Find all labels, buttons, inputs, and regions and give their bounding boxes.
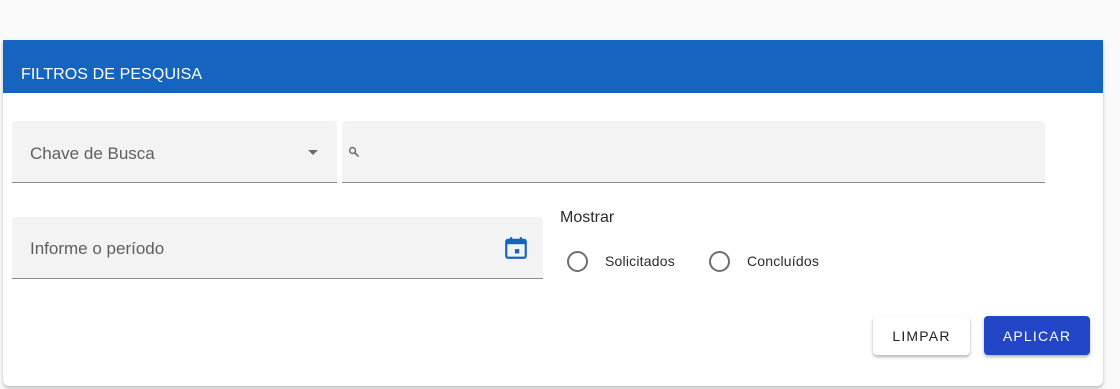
filter-panel-header: FILTROS DE PESQUISA <box>3 40 1103 93</box>
search-key-select[interactable]: Chave de Busca <box>12 121 337 183</box>
period-field[interactable]: Informe o período <box>12 217 543 279</box>
filter-panel: FILTROS DE PESQUISA Chave de Busca Infor… <box>3 40 1103 386</box>
radio-button[interactable] <box>567 250 588 272</box>
filter-panel-title: FILTROS DE PESQUISA <box>21 66 203 83</box>
clear-button[interactable]: LIMPAR <box>873 316 970 355</box>
calendar-icon[interactable] <box>503 235 529 261</box>
radio-button[interactable] <box>709 250 730 272</box>
radio-option-label: Solicitados <box>605 253 675 269</box>
search-key-select-label: Chave de Busca <box>30 144 155 163</box>
apply-button[interactable]: APLICAR <box>984 316 1090 355</box>
radio-option-solicitados[interactable]: Solicitados <box>567 249 675 273</box>
radio-option-concluidos[interactable]: Concluídos <box>709 249 819 273</box>
chevron-down-icon <box>308 150 318 155</box>
search-field[interactable] <box>342 121 1045 183</box>
show-filter-label: Mostrar <box>560 209 615 226</box>
search-icon <box>348 146 359 157</box>
period-field-label: Informe o período <box>30 239 165 258</box>
radio-option-label: Concluídos <box>747 253 820 269</box>
search-input[interactable] <box>368 137 1028 167</box>
